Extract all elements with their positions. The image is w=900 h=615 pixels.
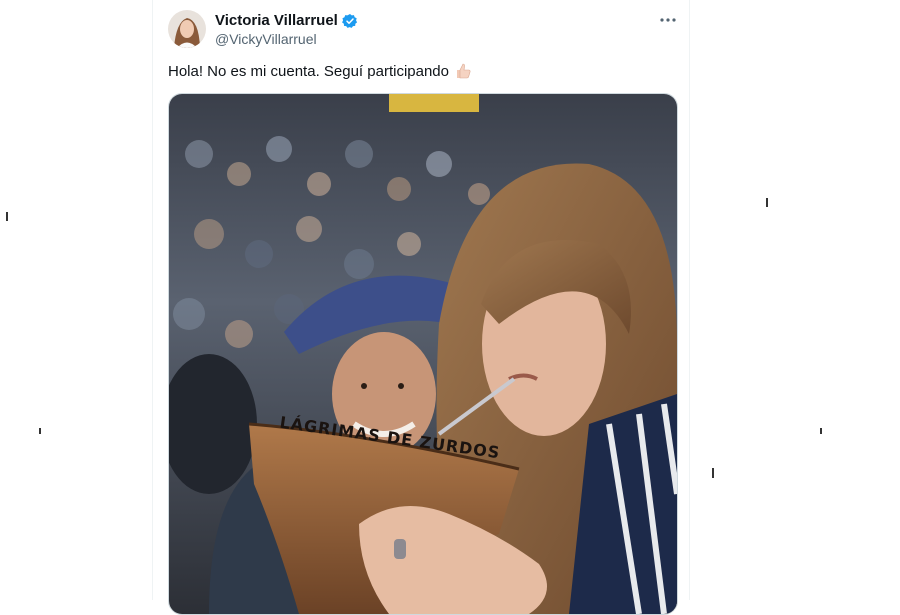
- author-name-text: Victoria Villarruel: [215, 12, 338, 29]
- timeline-divider-right: [689, 0, 690, 600]
- artifact-mark: [712, 468, 714, 478]
- tweet-media-photo[interactable]: [168, 93, 678, 615]
- artifact-mark: [6, 212, 8, 221]
- author-handle[interactable]: @VickyVillarruel: [215, 31, 317, 47]
- timeline-divider-left: [152, 0, 153, 600]
- tweet-text: Hola! No es mi cuenta. Seguí participand…: [168, 62, 472, 80]
- tweet-text-content: Hola! No es mi cuenta. Seguí participand…: [168, 62, 449, 80]
- author-name[interactable]: Victoria Villarruel: [215, 12, 358, 29]
- verified-badge-icon: [341, 13, 358, 29]
- thumbs-up-icon: [454, 62, 472, 80]
- more-icon: [660, 18, 676, 22]
- artifact-mark: [820, 428, 822, 434]
- author-avatar[interactable]: [168, 10, 206, 48]
- artifact-mark: [39, 428, 41, 434]
- avatar-photo: [168, 10, 206, 48]
- more-options-button[interactable]: [654, 8, 682, 32]
- photo-image: [169, 94, 677, 614]
- artifact-mark: [766, 198, 768, 207]
